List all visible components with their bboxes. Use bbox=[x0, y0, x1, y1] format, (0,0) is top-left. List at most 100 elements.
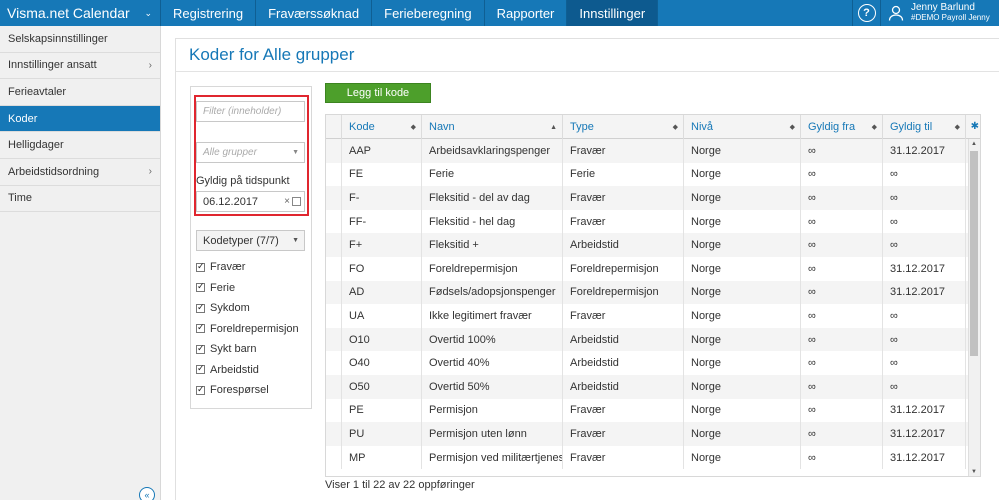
row-select-cell[interactable] bbox=[326, 351, 342, 375]
sidebar-item-ferieavtaler[interactable]: Ferieavtaler bbox=[0, 79, 160, 106]
group-select[interactable]: Alle grupper ▼ bbox=[196, 142, 305, 163]
column-header-type[interactable]: Type ◆ bbox=[563, 115, 684, 139]
table-row[interactable]: AD Fødsels/adopsjonspenger Foreldrepermisj… bbox=[326, 280, 970, 305]
table-cell-kode: PU bbox=[342, 422, 422, 446]
row-select-cell[interactable] bbox=[326, 280, 342, 305]
table-row[interactable]: O50 Overtid 50% Arbeidstid Norge ∞ ∞ bbox=[326, 375, 970, 399]
row-select-cell[interactable] bbox=[326, 233, 342, 257]
table-cell-gyldig-til: ∞ bbox=[883, 375, 966, 399]
gear-icon[interactable]: ✱ bbox=[971, 121, 979, 132]
table-cell-type: Fravær bbox=[563, 304, 684, 328]
table-cell-type: Fravær bbox=[563, 186, 684, 210]
row-select-cell[interactable] bbox=[326, 327, 342, 352]
scroll-thumb[interactable] bbox=[970, 151, 978, 356]
select-column-header bbox=[326, 115, 342, 139]
table-cell-navn: Permisjon ved militærtjeneste bbox=[422, 445, 563, 470]
sidebar-item-label: Selskapsinnstillinger bbox=[8, 32, 108, 45]
row-select-cell[interactable] bbox=[326, 398, 342, 423]
codetype-checkbox-sykt-barn[interactable]: Sykt barn bbox=[196, 339, 299, 360]
add-code-button[interactable]: Legg til kode bbox=[325, 83, 431, 103]
table-row[interactable]: UA Ikke legitimert fravær Fravær Norge ∞ ∞ bbox=[326, 304, 970, 328]
main-nav: Registrering Fraværssøknad Ferieberegnin… bbox=[161, 0, 659, 26]
sidebar-item-label: Ferieavtaler bbox=[8, 85, 67, 98]
table-row[interactable]: FO Foreldrepermisjon Foreldrepermisjon Norg… bbox=[326, 257, 970, 281]
column-header-niva[interactable]: Nivå ◆ bbox=[684, 115, 801, 139]
table-row[interactable]: FF- Fleksitid - hel dag Fravær Norge ∞ ∞ bbox=[326, 209, 970, 234]
sidebar-item-arbeidstidsordning[interactable]: Arbeidstidsordning › bbox=[0, 159, 160, 186]
codetype-checkbox-arbeidstid[interactable]: Arbeidstid bbox=[196, 360, 299, 381]
row-select-cell[interactable] bbox=[326, 445, 342, 470]
codetype-checkbox-foreldrepermisjon[interactable]: Foreldrepermisjon bbox=[196, 319, 299, 340]
table-cell-navn: Fleksitid - hel dag bbox=[422, 209, 563, 234]
nav-registrering[interactable]: Registrering bbox=[161, 0, 257, 26]
table-row[interactable]: PU Permisjon uten lønn Fravær Norge ∞ 31.12.2… bbox=[326, 422, 970, 446]
table-row[interactable]: AAP Arbeidsavklaringspenger Fravær Norge ∞ 31… bbox=[326, 139, 970, 163]
row-select-cell[interactable] bbox=[326, 139, 342, 163]
help-icon: ? bbox=[857, 4, 876, 22]
valid-date-value: 06.12.2017 bbox=[203, 195, 259, 208]
table-cell-niva: Norge bbox=[684, 351, 801, 375]
calendar-icon[interactable] bbox=[292, 197, 301, 206]
row-select-cell[interactable] bbox=[326, 209, 342, 234]
table-cell-type: Arbeidstid bbox=[563, 351, 684, 375]
table-cell-navn: Ikke legitimert fravær bbox=[422, 304, 563, 328]
nav-fravaerssoknad[interactable]: Fraværssøknad bbox=[256, 0, 373, 26]
filter-input[interactable]: Filter (inneholder) bbox=[196, 101, 305, 122]
table-row[interactable]: F+ Fleksitid + Arbeidstid Norge ∞ ∞ bbox=[326, 233, 970, 257]
table-scrollbar[interactable]: ▲ ▼ bbox=[968, 139, 980, 476]
row-select-cell[interactable] bbox=[326, 375, 342, 399]
nav-ferieberegning[interactable]: Ferieberegning bbox=[372, 0, 485, 26]
clear-icon[interactable]: × bbox=[284, 196, 290, 207]
table-row[interactable]: PE Permisjon Fravær Norge ∞ 31.12.2017 bbox=[326, 398, 970, 423]
scroll-up-icon[interactable]: ▲ bbox=[971, 141, 977, 147]
row-select-cell[interactable] bbox=[326, 257, 342, 281]
codetypes-dropdown[interactable]: Kodetyper (7/7) ▼ bbox=[196, 230, 305, 251]
table-cell-navn: Overtid 100% bbox=[422, 327, 563, 352]
table-cell-gyldig-til: 31.12.2017 bbox=[883, 445, 966, 470]
nav-rapporter[interactable]: Rapporter bbox=[485, 0, 568, 26]
row-select-cell[interactable] bbox=[326, 162, 342, 187]
sort-ascending-icon: ▲ bbox=[550, 123, 557, 131]
column-header-gyldig-til[interactable]: Gyldig til ◆ bbox=[883, 115, 966, 139]
row-select-cell[interactable] bbox=[326, 304, 342, 328]
column-header-kode[interactable]: Kode ◆ bbox=[342, 115, 422, 139]
user-menu[interactable]: Jenny Barlund #DEMO Payroll Jenny bbox=[880, 0, 999, 26]
table-row[interactable]: F- Fleksitid - del av dag Fravær Norge ∞ ∞ bbox=[326, 186, 970, 210]
table-cell-type: Foreldrepermisjon bbox=[563, 257, 684, 281]
sidebar-item-koder[interactable]: Koder bbox=[0, 105, 160, 133]
sidebar-item-selskapsinnstillinger[interactable]: Selskapsinnstillinger bbox=[0, 26, 160, 53]
valid-date-input[interactable]: 06.12.2017 × bbox=[196, 191, 305, 212]
help-button[interactable]: ? bbox=[852, 0, 880, 26]
sidebar-item-innstillinger-ansatt[interactable]: Innstillinger ansatt › bbox=[0, 53, 160, 80]
app-brand-menu[interactable]: Visma.net Calendar ⌄ bbox=[0, 0, 161, 26]
codetype-checkbox-sykdom[interactable]: Sykdom bbox=[196, 298, 299, 319]
table-row[interactable]: O40 Overtid 40% Arbeidstid Norge ∞ ∞ bbox=[326, 351, 970, 375]
table-cell-kode: O40 bbox=[342, 351, 422, 375]
table-row[interactable]: MP Permisjon ved militærtjeneste Fravær Nor… bbox=[326, 445, 970, 470]
checkbox-checked-icon bbox=[196, 384, 205, 395]
scroll-down-icon[interactable]: ▼ bbox=[971, 469, 977, 475]
nav-innstillinger[interactable]: Innstillinger bbox=[567, 0, 659, 26]
row-select-cell[interactable] bbox=[326, 186, 342, 210]
codetype-checkbox-foresporsel[interactable]: Forespørsel bbox=[196, 380, 299, 401]
sidebar-item-label: Koder bbox=[8, 112, 38, 125]
table-cell-kode: O50 bbox=[342, 375, 422, 399]
codetype-checkbox-fravaer[interactable]: Fravær bbox=[196, 257, 299, 278]
table-cell-niva: Norge bbox=[684, 445, 801, 470]
sidebar-item-helligdager[interactable]: Helligdager bbox=[0, 132, 160, 159]
table-row[interactable]: O10 Overtid 100% Arbeidstid Norge ∞ ∞ bbox=[326, 327, 970, 352]
table-cell-navn: Fleksitid + bbox=[422, 233, 563, 257]
sidebar-item-time[interactable]: Time bbox=[0, 186, 160, 213]
row-select-cell[interactable] bbox=[326, 422, 342, 446]
column-header-navn[interactable]: Navn ▲ bbox=[422, 115, 563, 139]
codetype-label: Forespørsel bbox=[210, 384, 269, 397]
table-cell-gyldig-fra: ∞ bbox=[801, 280, 883, 305]
table-cell-gyldig-til: 31.12.2017 bbox=[883, 139, 966, 163]
table-cell-gyldig-til: ∞ bbox=[883, 327, 966, 352]
column-header-gyldig-fra[interactable]: Gyldig fra ◆ bbox=[801, 115, 883, 139]
table-row[interactable]: FE Ferie Ferie Norge ∞ ∞ bbox=[326, 162, 970, 187]
filter-placeholder: Filter (inneholder) bbox=[203, 106, 282, 117]
codetype-checkbox-ferie[interactable]: Ferie bbox=[196, 278, 299, 299]
collapse-left-icon[interactable]: « bbox=[139, 487, 155, 500]
table-cell-kode: F+ bbox=[342, 233, 422, 257]
